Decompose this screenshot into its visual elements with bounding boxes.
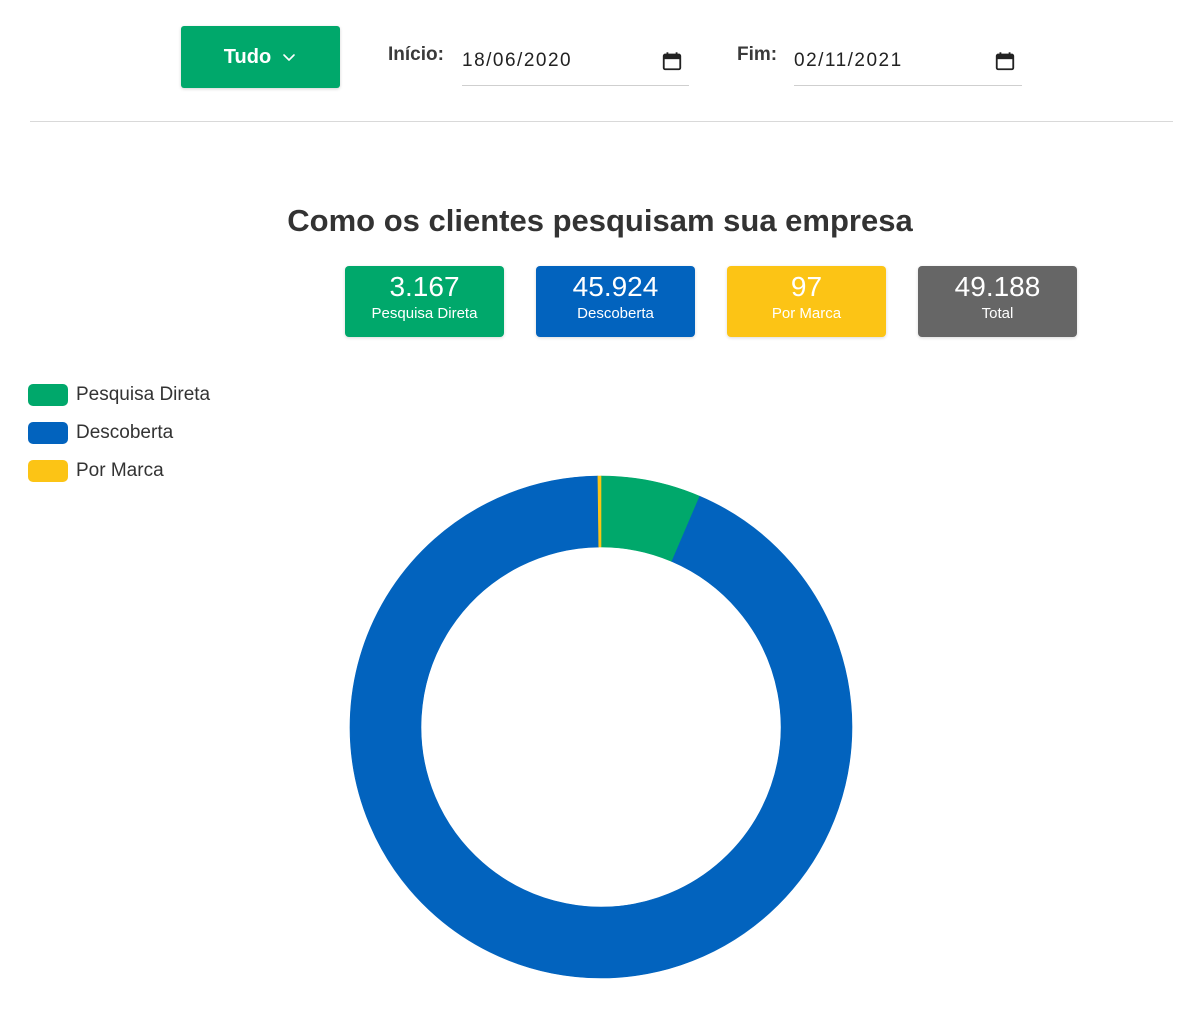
donut-slice-descoberta[interactable]	[349, 475, 853, 979]
donut-chart	[349, 475, 853, 979]
donut-slice-por-marca[interactable]	[597, 475, 602, 548]
